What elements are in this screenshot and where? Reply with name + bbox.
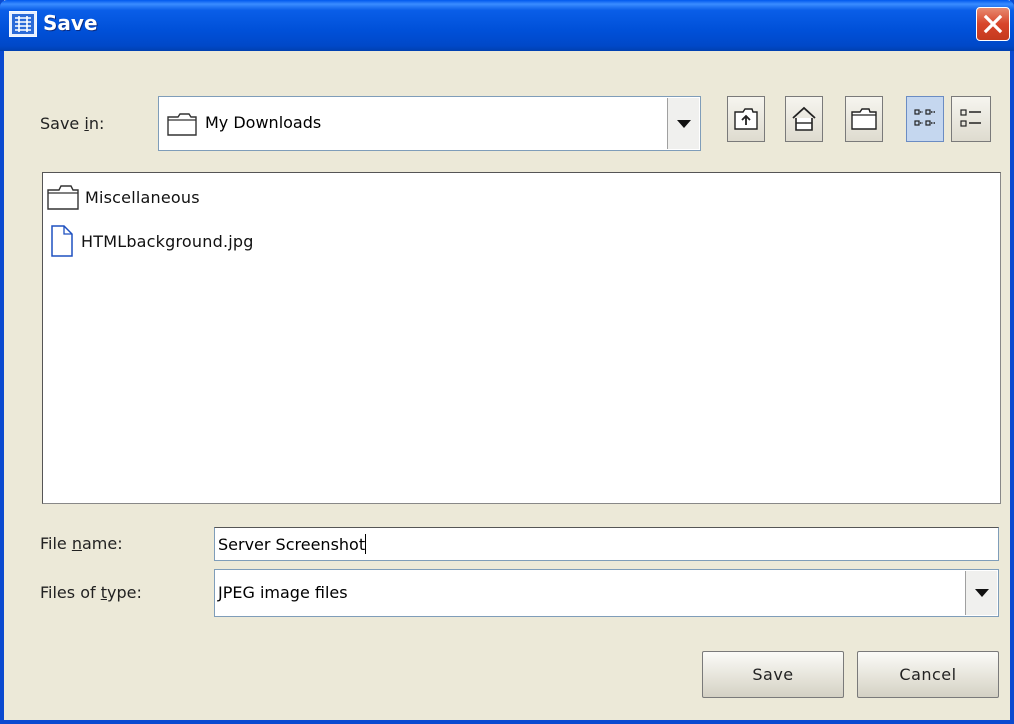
file-name: Miscellaneous — [85, 187, 200, 207]
chevron-down-icon — [974, 589, 989, 597]
up-one-level-button[interactable] — [727, 96, 765, 142]
home-button[interactable] — [785, 96, 823, 142]
file-name-label-text: File — [40, 534, 72, 553]
up-one-level-icon — [734, 108, 758, 130]
file-name-field[interactable]: Server Screenshot — [214, 527, 999, 561]
list-item[interactable]: HTMLbackground.jpg — [47, 223, 254, 259]
save-in-label-text: Save — [40, 114, 85, 133]
new-folder-icon — [851, 108, 877, 130]
details-view-icon — [960, 109, 981, 127]
save-in-value: My Downloads — [205, 113, 322, 132]
list-item[interactable]: Miscellaneous — [47, 179, 200, 215]
save-in-label: Save in: — [40, 114, 104, 133]
file-type-label-text-end: ype: — [106, 583, 142, 602]
save-dialog: Save Save in: My Downloads Miscellaneous… — [0, 0, 1014, 724]
close-button[interactable] — [976, 7, 1010, 41]
save-in-dropdown-arrow[interactable] — [667, 98, 699, 149]
file-type-dropdown[interactable]: JPEG image files — [214, 569, 999, 617]
file-name-label-text-end: ame: — [82, 534, 123, 553]
details-view-button[interactable] — [951, 96, 991, 142]
file-type-value: JPEG image files — [218, 583, 348, 602]
file-name-label-mnemonic: n — [71, 534, 82, 553]
close-icon — [983, 14, 1003, 34]
new-folder-button[interactable] — [845, 96, 883, 142]
chevron-down-icon — [676, 119, 691, 128]
folder-icon — [167, 113, 197, 136]
window-title: Save — [43, 11, 98, 35]
file-type-label: Files of type: — [40, 583, 142, 602]
file-name-value: Server Screenshot — [218, 535, 366, 554]
file-name: HTMLbackground.jpg — [81, 231, 254, 251]
app-icon — [9, 11, 37, 37]
save-in-label-text-end: n: — [88, 114, 105, 133]
list-view-icon — [914, 109, 935, 126]
list-view-button[interactable] — [906, 96, 944, 142]
save-button[interactable]: Save — [702, 651, 844, 698]
file-icon — [51, 225, 73, 257]
file-type-label-text: Files of — [40, 583, 101, 602]
folder-icon — [47, 185, 79, 210]
text-caret — [365, 534, 367, 554]
file-name-label: File name: — [40, 534, 123, 553]
file-type-dropdown-arrow[interactable] — [965, 571, 997, 615]
title-bar[interactable]: Save — [0, 0, 1014, 51]
file-list[interactable]: Miscellaneous HTMLbackground.jpg — [42, 172, 1001, 504]
home-icon — [792, 106, 816, 131]
save-in-dropdown[interactable]: My Downloads — [158, 96, 701, 151]
cancel-button[interactable]: Cancel — [857, 651, 999, 698]
